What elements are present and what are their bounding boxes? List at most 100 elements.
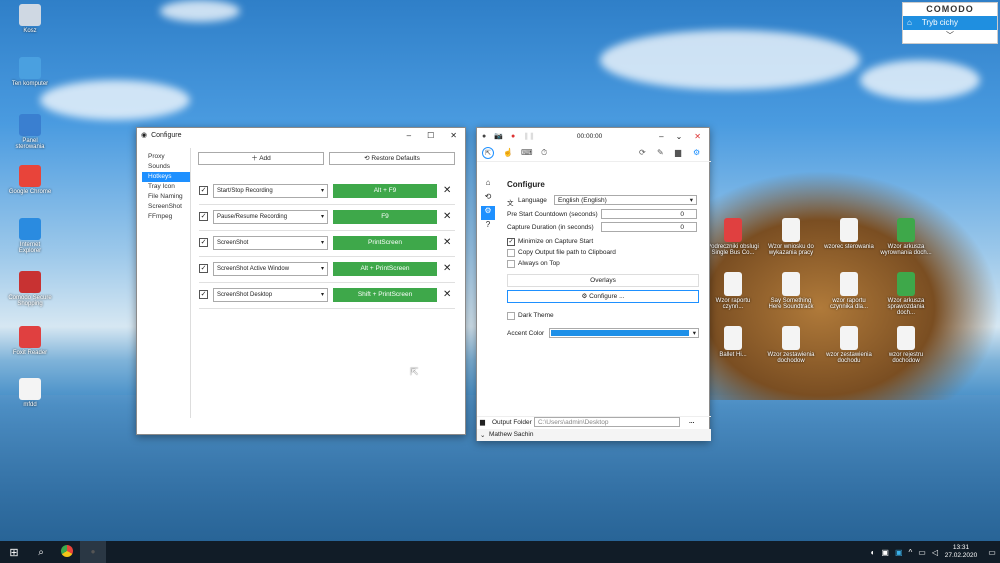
- nav-item-sounds[interactable]: Sounds: [142, 162, 190, 172]
- nav-item-hotkeys[interactable]: Hotkeys: [142, 172, 190, 182]
- hotkey-action-select[interactable]: ScreenShot Active Window ▾: [213, 262, 328, 276]
- collapse-icon[interactable]: ⌄: [676, 132, 683, 141]
- captura-toolbar[interactable]: ● 📷 ● ❚❚ 00:00:00 – ⌄ ✕: [477, 128, 709, 144]
- captura-taskbar-icon[interactable]: ●: [80, 541, 106, 563]
- record-icon[interactable]: ●: [511, 133, 515, 140]
- hotkey-enabled-checkbox[interactable]: ✓: [199, 264, 208, 273]
- hotkey-key-button[interactable]: PrintScreen: [333, 236, 437, 250]
- nav-item-screenshot[interactable]: ScreenShot: [142, 202, 190, 212]
- camera-icon[interactable]: 📷: [494, 132, 503, 140]
- on-top-checkbox[interactable]: [507, 260, 515, 268]
- hotkey-key-button[interactable]: Shift + PrintScreen: [333, 288, 437, 302]
- desktop-icon[interactable]: Wzor raportu czynn...: [707, 272, 759, 310]
- remove-hotkey-icon[interactable]: ✕: [443, 210, 451, 224]
- desktop-icon[interactable]: Ballet Hi...: [707, 326, 759, 358]
- network-icon[interactable]: ▭: [918, 548, 926, 557]
- duration-input[interactable]: 0: [601, 222, 697, 232]
- configure-button[interactable]: ⚙ Configure ...: [507, 290, 699, 303]
- remove-hotkey-icon[interactable]: ✕: [443, 184, 451, 198]
- nav-item-tray-icon[interactable]: Tray Icon: [142, 182, 190, 192]
- desktop-icon[interactable]: Wzor zestawienia dochodow: [765, 326, 817, 364]
- remove-hotkey-icon[interactable]: ✕: [443, 236, 451, 250]
- hotkey-action-select[interactable]: Pause/Resume Recording ▾: [213, 210, 328, 224]
- desktop-icon[interactable]: wzor raportu czynnika dla...: [823, 272, 875, 310]
- tray-icon[interactable]: ◐: [871, 548, 876, 557]
- nav-item-proxy[interactable]: Proxy: [142, 152, 190, 162]
- comodo-widget[interactable]: COMODO ⌂ Tryb cichy ﹀: [902, 2, 998, 44]
- help-icon[interactable]: ?: [481, 220, 495, 234]
- comodo-mode-button[interactable]: ⌂ Tryb cichy: [903, 16, 997, 30]
- desktop-icon[interactable]: Say Something Here Soundtrack: [765, 272, 817, 310]
- restore-defaults-button[interactable]: ⟲ Restore Defaults: [329, 152, 455, 165]
- gear-icon[interactable]: ⚙: [693, 148, 700, 157]
- hotkey-key-button[interactable]: Alt + F9: [333, 184, 437, 198]
- brush-icon[interactable]: ✎: [657, 148, 664, 157]
- desktop-icon[interactable]: Ten komputer: [8, 57, 52, 87]
- desktop-icon[interactable]: Internet Explorer: [8, 218, 52, 254]
- chrome-taskbar-icon[interactable]: [54, 545, 80, 559]
- add-button[interactable]: ＋ Add: [198, 152, 324, 165]
- tray-icon[interactable]: ▣: [881, 548, 889, 557]
- minimize-icon[interactable]: –: [407, 131, 411, 140]
- remove-hotkey-icon[interactable]: ✕: [443, 288, 451, 302]
- countdown-input[interactable]: 0: [601, 209, 697, 219]
- history-icon[interactable]: ⟲: [481, 192, 495, 206]
- refresh-icon[interactable]: ⟳: [639, 148, 646, 157]
- desktop-icon[interactable]: Kosz: [8, 4, 52, 34]
- desktop-icon[interactable]: Comodo Secure Shopping: [8, 271, 52, 307]
- chevron-up-icon[interactable]: ^: [909, 548, 913, 557]
- dark-theme-checkbox[interactable]: [507, 312, 515, 320]
- desktop-icon[interactable]: Wzor arkusza wyrownania doch...: [880, 218, 932, 256]
- minimize-icon[interactable]: –: [659, 132, 663, 141]
- search-icon[interactable]: ⌕: [28, 547, 54, 558]
- language-select[interactable]: English (English) ▾: [554, 195, 697, 205]
- desktop-icon[interactable]: Podreczniki obslugi Single Bus Co...: [707, 218, 759, 256]
- desktop-icon[interactable]: Panel sterowania: [8, 114, 52, 150]
- hotkey-action-select[interactable]: Start/Stop Recording ▾: [213, 184, 328, 198]
- desktop-icon[interactable]: mfdd: [8, 378, 52, 408]
- cursor-icon[interactable]: ⇱: [482, 147, 494, 159]
- home-icon[interactable]: ⌂: [481, 178, 495, 192]
- chevron-down-icon[interactable]: ﹀: [903, 30, 997, 42]
- hotkey-enabled-checkbox[interactable]: ✓: [199, 186, 208, 195]
- desktop-icon[interactable]: wzor zestawienia dochodu: [823, 326, 875, 364]
- hotkey-key-button[interactable]: Alt + PrintScreen: [333, 262, 437, 276]
- hand-icon[interactable]: ☝: [503, 148, 513, 157]
- output-path-input[interactable]: C:\Users\admin\Desktop: [534, 417, 680, 427]
- hotkey-enabled-checkbox[interactable]: ✓: [199, 238, 208, 247]
- overlays-button[interactable]: Overlays: [507, 274, 699, 287]
- nav-item-ffmpeg[interactable]: FFmpeg: [142, 212, 190, 222]
- desktop-icon[interactable]: wzorec sterowania: [823, 218, 875, 250]
- maximize-icon[interactable]: ☐: [427, 131, 434, 140]
- clock[interactable]: 13:31 27.02.2020: [938, 544, 984, 560]
- stopwatch-icon[interactable]: ⏱: [541, 148, 547, 158]
- desktop-icon[interactable]: Wzor arkusza sprawozdania doch...: [880, 272, 932, 316]
- desktop-icon[interactable]: Wzor wniosku do wykazania pracy: [765, 218, 817, 256]
- desktop-icon[interactable]: Google Chrome: [8, 165, 52, 195]
- tray-icon[interactable]: ▣: [895, 548, 903, 557]
- notifications-icon[interactable]: ▭: [984, 548, 1000, 557]
- language-icon: 文: [507, 200, 514, 207]
- hotkey-enabled-checkbox[interactable]: ✓: [199, 290, 208, 299]
- copy-path-checkbox[interactable]: [507, 249, 515, 257]
- hotkey-action-select[interactable]: ScreenShot ▾: [213, 236, 328, 250]
- windows-start-icon[interactable]: ⊞: [0, 546, 28, 559]
- folder-icon[interactable]: ▆: [675, 148, 681, 157]
- minimize-checkbox[interactable]: ✓: [507, 238, 515, 246]
- close-icon[interactable]: ✕: [694, 132, 701, 141]
- close-icon[interactable]: ✕: [450, 131, 457, 140]
- accent-color-picker[interactable]: ▾: [549, 328, 699, 338]
- hotkey-enabled-checkbox[interactable]: ✓: [199, 212, 208, 221]
- remove-hotkey-icon[interactable]: ✕: [443, 262, 451, 276]
- desktop-icon[interactable]: wzor rejestru dochodow: [880, 326, 932, 364]
- browse-button[interactable]: ...: [689, 418, 694, 425]
- chevron-down-icon[interactable]: ⌄: [480, 431, 485, 439]
- hotkey-action-select[interactable]: ScreenShot Desktop ▾: [213, 288, 328, 302]
- hotkey-key-button[interactable]: F9: [333, 210, 437, 224]
- desktop-icon[interactable]: Foxit Reader: [8, 326, 52, 356]
- nav-item-file-naming[interactable]: File Naming: [142, 192, 190, 202]
- pause-icon[interactable]: ❚❚: [523, 132, 535, 140]
- keyboard-icon[interactable]: ⌨: [521, 148, 533, 157]
- settings-tab-icon[interactable]: ⚙: [481, 206, 495, 220]
- configure-titlebar[interactable]: ◉ Configure – ☐ ✕: [137, 128, 465, 142]
